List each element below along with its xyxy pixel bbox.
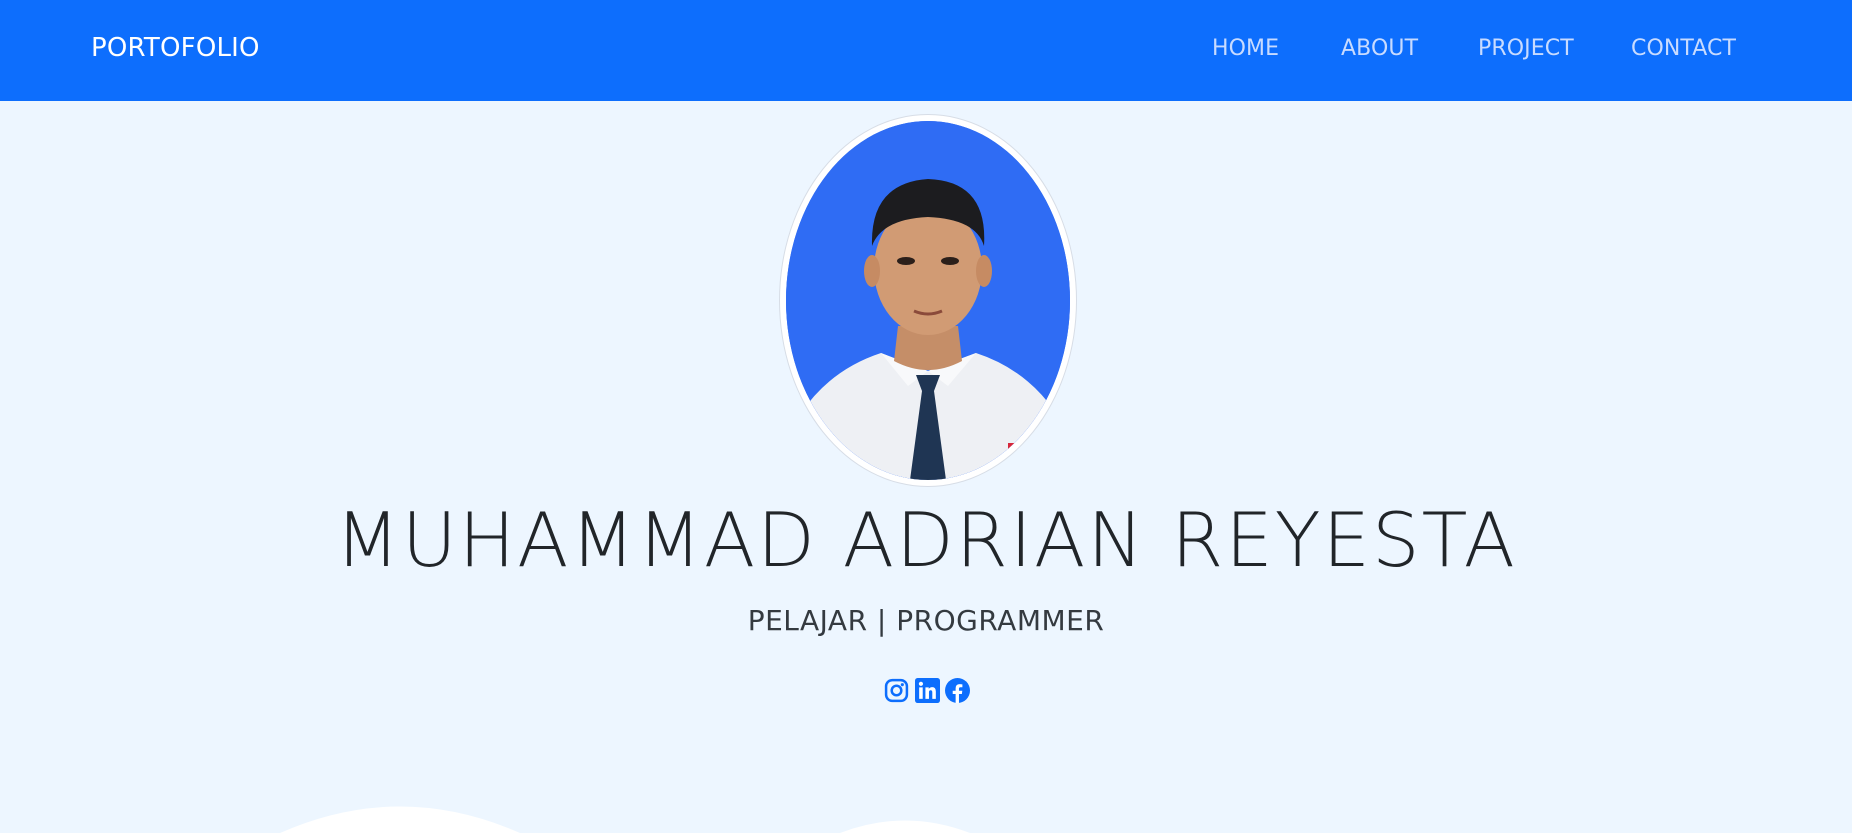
navbar: PORTOFOLIO HOME ABOUT PROJECT CONTACT	[0, 0, 1852, 101]
instagram-icon[interactable]	[884, 678, 909, 703]
nav-link-project[interactable]: PROJECT	[1478, 36, 1574, 61]
brand-link[interactable]: PORTOFOLIO	[91, 33, 260, 63]
hero-name: MUHAMMAD ADRIAN REYESTA	[335, 496, 1517, 584]
hero-subtitle: PELAJAR | PROGRAMMER	[747, 604, 1105, 637]
nav-link-about[interactable]: ABOUT	[1341, 36, 1418, 61]
profile-photo	[786, 121, 1070, 480]
linkedin-icon[interactable]	[915, 678, 940, 703]
profile-photo-frame	[779, 114, 1077, 487]
social-links	[884, 678, 974, 704]
nav-link-contact[interactable]: CONTACT	[1631, 36, 1736, 61]
decorative-waves	[280, 806, 970, 833]
profile-photo-illustration	[786, 121, 1070, 480]
facebook-icon[interactable]	[945, 678, 970, 703]
nav-link-home[interactable]: HOME	[1212, 36, 1279, 61]
